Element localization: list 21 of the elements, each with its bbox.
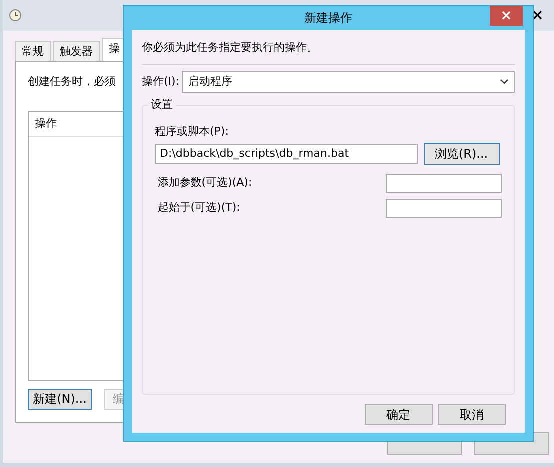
close-button[interactable]: × — [531, 8, 544, 23]
action-dropdown[interactable]: 启动程序 — [182, 71, 515, 93]
field-label: 添加参数(可选)(A): — [158, 175, 252, 191]
input-field[interactable] — [386, 198, 502, 218]
field-label: 程序或脚本(P): — [155, 124, 230, 140]
dialog-title: 新建操作 — [304, 10, 354, 27]
button[interactable]: 取消 — [438, 404, 506, 425]
program-field[interactable]: D:\dbback\db_scripts\db_rman.bat — [155, 144, 418, 164]
button[interactable]: 新建(N)... — [28, 388, 92, 410]
input-field[interactable] — [386, 174, 502, 193]
button[interactable]: 确定 — [364, 404, 432, 425]
tab[interactable]: 常规 — [15, 41, 51, 61]
instruction-text: 你必须为此任务指定要执行的操作。 — [142, 40, 319, 56]
field-label: 起始于(可选)(T): — [158, 200, 240, 216]
clock-icon — [9, 9, 22, 22]
description-text: 创建任务时，必须 — [28, 75, 116, 88]
tab[interactable]: 触发器 — [53, 41, 100, 61]
chevron-down-icon — [500, 79, 509, 85]
field-label: 操作(I): — [142, 74, 180, 90]
browse-button[interactable]: 浏览(R)... — [424, 142, 500, 165]
close-button[interactable]: × — [490, 6, 523, 26]
